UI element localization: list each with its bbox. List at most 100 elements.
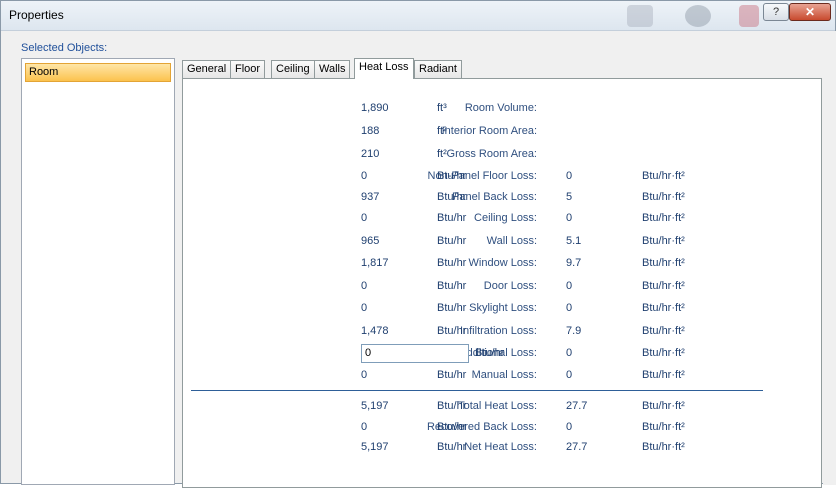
tab-radiant[interactable]: Radiant: [414, 60, 462, 78]
room-volume-value: 1,890: [361, 102, 389, 114]
loss-value: 0: [361, 280, 368, 292]
background-app-icon: [739, 5, 759, 27]
loss-density: 5: [566, 191, 573, 203]
loss-density: 0: [566, 212, 573, 224]
total-row: Net Heat Loss: 5,197 Btu/hr 27.7 Btu/hr·…: [183, 441, 823, 457]
total-row: Recovered Back Loss: 0 Btu/hr 0 Btu/hr·f…: [183, 421, 823, 437]
total-unit: Btu/hr: [437, 441, 467, 453]
total-unit: Btu/hr: [437, 400, 467, 412]
loss-label: Ceiling Loss:: [474, 212, 537, 224]
loss-row: Window Loss: 1,817 Btu/hr 9.7 Btu/hr·ft²: [183, 257, 823, 273]
loss-row: Non-Panel Floor Loss: 0 Btu/hr 0 Btu/hr·…: [183, 170, 823, 186]
loss-label: Infiltration Loss:: [459, 325, 537, 337]
loss-density-unit: Btu/hr·ft²: [642, 257, 685, 269]
loss-density: 0: [566, 280, 573, 292]
additional-loss-row: Additional Loss: 0 Btu/hr 0 Btu/hr·ft²: [183, 344, 823, 363]
loss-unit: Btu/hr: [437, 170, 467, 182]
loss-value: 0: [361, 302, 368, 314]
selected-objects-label: Selected Objects:: [21, 42, 108, 54]
tab-heat-loss[interactable]: Heat Loss: [354, 58, 414, 79]
loss-unit: Btu/hr: [437, 235, 467, 247]
loss-value: 937: [361, 191, 380, 203]
room-volume-row: Room Volume: 1,890 ft³: [183, 102, 823, 118]
loss-value: 0: [361, 212, 368, 224]
room-volume-label: Room Volume:: [464, 102, 537, 114]
loss-density-unit: Btu/hr·ft²: [642, 170, 685, 182]
loss-label: Window Loss:: [468, 257, 537, 269]
tab-general[interactable]: General: [182, 60, 232, 78]
loss-density: 0: [566, 302, 573, 314]
loss-unit: Btu/hr: [437, 280, 467, 292]
tab-walls[interactable]: Walls: [314, 60, 351, 78]
additional-loss-unit: Btu/hr: [475, 347, 505, 359]
loss-row: Panel Back Loss: 937 Btu/hr 5 Btu/hr·ft²: [183, 191, 823, 207]
manual-loss-density-unit: Btu/hr·ft²: [642, 369, 685, 381]
interior-room-area-label: Interior Room Area:: [441, 125, 537, 137]
totals-divider: [191, 390, 763, 391]
gross-room-area-unit: ft²: [437, 148, 447, 160]
loss-unit: Btu/hr: [437, 191, 467, 203]
manual-loss-label: Manual Loss:: [471, 369, 537, 381]
loss-row: Skylight Loss: 0 Btu/hr 0 Btu/hr·ft²: [183, 302, 823, 318]
window-title: Properties: [9, 8, 64, 22]
list-item-room[interactable]: Room: [25, 63, 171, 82]
total-value: 5,197: [361, 400, 389, 412]
loss-value: 0: [361, 170, 368, 182]
loss-value: 1,817: [361, 257, 389, 269]
loss-row: Ceiling Loss: 0 Btu/hr 0 Btu/hr·ft²: [183, 212, 823, 228]
window-edge: [823, 31, 836, 485]
loss-unit: Btu/hr: [437, 302, 467, 314]
loss-density: 5.1: [566, 235, 582, 247]
help-button[interactable]: ?: [763, 3, 789, 21]
loss-value: 1,478: [361, 325, 389, 337]
manual-loss-value: 0: [361, 369, 368, 381]
loss-row: Infiltration Loss: 1,478 Btu/hr 7.9 Btu/…: [183, 325, 823, 341]
close-button[interactable]: ✕: [789, 3, 831, 21]
additional-loss-density: 0: [566, 347, 573, 359]
loss-unit: Btu/hr: [437, 257, 467, 269]
loss-unit: Btu/hr: [437, 325, 467, 337]
heat-loss-panel: Room Volume: 1,890 ft³ Interior Room Are…: [182, 78, 822, 488]
room-volume-unit: ft³: [437, 102, 447, 114]
total-value: 0: [361, 421, 368, 433]
total-density-unit: Btu/hr·ft²: [642, 400, 685, 412]
total-value: 5,197: [361, 441, 389, 453]
total-density: 27.7: [566, 400, 588, 412]
loss-density-unit: Btu/hr·ft²: [642, 212, 685, 224]
interior-room-area-unit: ft²: [437, 125, 447, 137]
interior-room-area-value: 188: [361, 125, 380, 137]
gross-room-area-label: Gross Room Area:: [446, 148, 537, 160]
additional-loss-input[interactable]: 0: [361, 344, 469, 363]
loss-density-unit: Btu/hr·ft²: [642, 325, 685, 337]
background-globe-icon: [685, 5, 711, 27]
properties-window: Properties ? ✕ Selected Objects: Room Ge…: [0, 0, 836, 488]
total-density: 27.7: [566, 441, 588, 453]
total-density: 0: [566, 421, 573, 433]
interior-room-area-row: Interior Room Area: 188 ft²: [183, 125, 823, 141]
total-unit: Btu/hr: [437, 421, 467, 433]
total-label: Total Heat Loss:: [458, 400, 537, 412]
loss-density: 9.7: [566, 257, 582, 269]
loss-label: Door Loss:: [483, 280, 537, 292]
loss-label: Wall Loss:: [486, 235, 537, 247]
loss-density-unit: Btu/hr·ft²: [642, 235, 685, 247]
loss-label: Skylight Loss:: [469, 302, 537, 314]
manual-loss-row: Manual Loss: 0 Btu/hr 0 Btu/hr·ft²: [183, 369, 823, 385]
loss-row: Door Loss: 0 Btu/hr 0 Btu/hr·ft²: [183, 280, 823, 296]
manual-loss-density: 0: [566, 369, 573, 381]
tab-floor[interactable]: Floor: [230, 60, 266, 78]
total-density-unit: Btu/hr·ft²: [642, 421, 685, 433]
total-row: Total Heat Loss: 5,197 Btu/hr 27.7 Btu/h…: [183, 400, 823, 416]
additional-loss-density-unit: Btu/hr·ft²: [642, 347, 685, 359]
total-label: Net Heat Loss:: [464, 441, 537, 453]
loss-value: 965: [361, 235, 380, 247]
loss-density-unit: Btu/hr·ft²: [642, 302, 685, 314]
background-window-icon: [627, 5, 653, 27]
title-bar[interactable]: Properties ? ✕: [1, 1, 835, 31]
loss-unit: Btu/hr: [437, 212, 467, 224]
total-density-unit: Btu/hr·ft²: [642, 441, 685, 453]
loss-density-unit: Btu/hr·ft²: [642, 280, 685, 292]
gross-room-area-value: 210: [361, 148, 380, 160]
selected-objects-list[interactable]: Room: [21, 58, 175, 485]
tab-ceiling[interactable]: Ceiling: [271, 60, 315, 78]
